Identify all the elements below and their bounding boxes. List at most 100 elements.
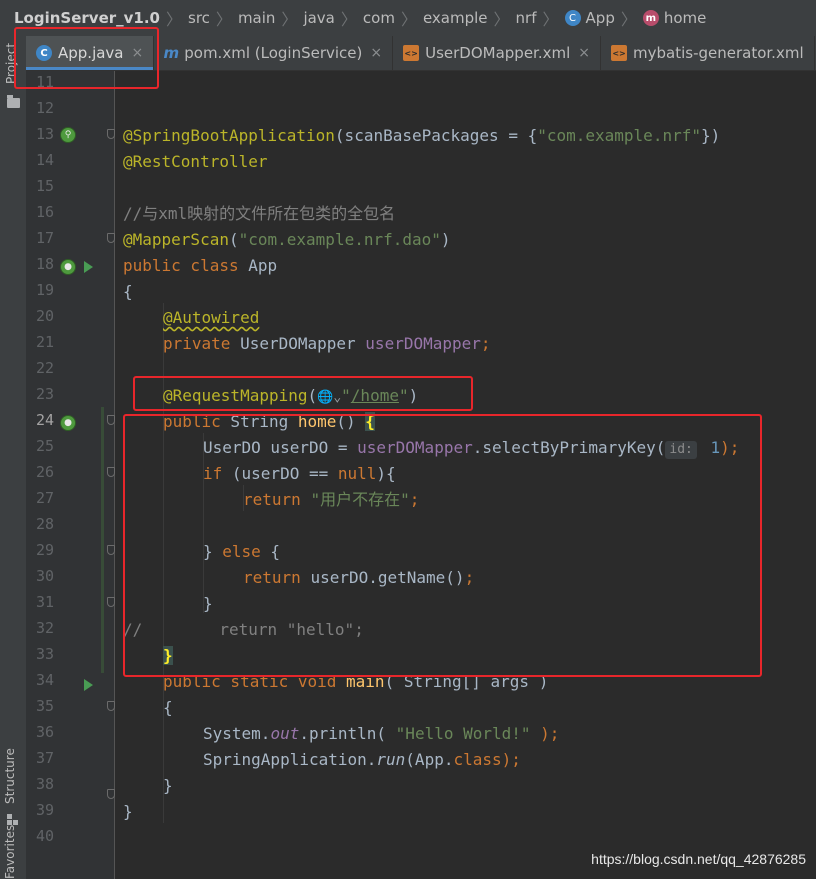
editor-tab-bar: C App.java × m pom.xml (LoginService) × … bbox=[26, 36, 816, 71]
code-line-19: { bbox=[123, 282, 133, 301]
xml-file-icon: <> bbox=[403, 45, 420, 61]
breadcrumb-main[interactable]: main bbox=[234, 9, 279, 27]
chevron-right-icon: 〉 bbox=[620, 10, 637, 29]
chevron-right-icon: 〉 bbox=[340, 10, 357, 29]
tool-window-project[interactable]: Project bbox=[4, 43, 18, 84]
run-icon[interactable] bbox=[84, 261, 93, 273]
editor-gutter: 11 12 13 14 15 16 17 18 19 20 21 22 23 2… bbox=[26, 71, 115, 879]
code-line-21: private UserDOMapper userDOMapper; bbox=[163, 334, 491, 353]
parameter-hint: id: bbox=[665, 441, 697, 459]
line-number: 25 bbox=[35, 437, 54, 455]
maven-icon: m bbox=[163, 44, 180, 62]
line-number: 21 bbox=[35, 333, 54, 351]
chevron-right-icon: 〉 bbox=[166, 10, 183, 29]
matched-brace: } bbox=[163, 646, 173, 665]
breadcrumb-com[interactable]: com bbox=[359, 9, 399, 27]
line-number: 20 bbox=[35, 307, 54, 325]
fold-marker-icon[interactable] bbox=[107, 789, 115, 799]
spring-bean-icon[interactable]: ● bbox=[60, 259, 76, 275]
close-icon[interactable]: × bbox=[578, 45, 590, 61]
line-number: 31 bbox=[35, 593, 54, 611]
vcs-change-marker[interactable] bbox=[101, 407, 104, 673]
code-line-34: public static void main( String[] args ) bbox=[163, 672, 549, 691]
breadcrumb-example[interactable]: example bbox=[419, 9, 492, 27]
line-number: 35 bbox=[35, 697, 54, 715]
line-number: 26 bbox=[35, 463, 54, 481]
code-line-17: @MapperScan("com.example.nrf.dao") bbox=[123, 230, 451, 249]
code-line-29: } else { bbox=[203, 542, 281, 561]
line-number: 18 bbox=[35, 255, 54, 273]
close-icon[interactable]: × bbox=[370, 45, 382, 61]
code-line-32: // return "hello"; bbox=[123, 620, 364, 639]
chevron-right-icon: 〉 bbox=[215, 10, 232, 29]
line-number: 28 bbox=[35, 515, 54, 533]
code-line-39: } bbox=[123, 802, 133, 821]
line-number: 12 bbox=[35, 99, 54, 117]
line-number: 36 bbox=[35, 723, 54, 741]
code-line-36: System.out.println( "Hello World!" ); bbox=[203, 724, 560, 743]
code-line-33: } bbox=[163, 643, 173, 669]
code-editor[interactable]: @SpringBootApplication(scanBasePackages … bbox=[115, 71, 816, 879]
code-line-23: @RequestMapping(🌐⌄"/home") bbox=[163, 383, 418, 409]
spring-boot-scan-icon[interactable]: ⚲ bbox=[60, 127, 76, 143]
line-number: 37 bbox=[35, 749, 54, 767]
tab-pom-xml[interactable]: m pom.xml (LoginService) × bbox=[154, 36, 394, 70]
fold-marker-icon[interactable] bbox=[107, 467, 115, 477]
fold-marker-icon[interactable] bbox=[107, 233, 115, 243]
navigation-breadcrumb: LoginServer_v1.0 〉 src 〉 main 〉 java 〉 c… bbox=[0, 0, 816, 36]
line-number: 23 bbox=[35, 385, 54, 403]
fold-marker-icon[interactable] bbox=[107, 701, 115, 711]
tab-mybatis-generator-xml[interactable]: <> mybatis-generator.xml bbox=[601, 36, 815, 70]
line-number: 33 bbox=[35, 645, 54, 663]
line-number: 17 bbox=[35, 229, 54, 247]
run-icon[interactable] bbox=[84, 679, 93, 691]
line-number: 27 bbox=[35, 489, 54, 507]
request-path-link[interactable]: /home bbox=[351, 386, 399, 405]
line-number: 30 bbox=[35, 567, 54, 585]
code-line-20: @Autowired bbox=[163, 308, 260, 327]
breadcrumb-app[interactable]: C App bbox=[561, 9, 619, 27]
tool-window-favorites[interactable]: Favorites bbox=[3, 825, 17, 879]
tab-app-java[interactable]: C App.java × bbox=[26, 36, 155, 70]
line-number: 40 bbox=[35, 827, 54, 845]
line-number: 14 bbox=[35, 151, 54, 169]
breadcrumb-home[interactable]: m home bbox=[639, 9, 711, 27]
web-endpoint-icon[interactable]: 🌐⌄ bbox=[317, 385, 341, 411]
matched-brace: { bbox=[365, 412, 375, 431]
code-line-30: return userDO.getName(); bbox=[243, 568, 475, 587]
code-line-16: //与xml映射的文件所在包类的全包名 bbox=[123, 204, 396, 223]
code-line-24: public String home() { bbox=[163, 412, 375, 431]
folder-icon bbox=[7, 95, 20, 108]
line-number: 34 bbox=[35, 671, 54, 689]
line-number: 16 bbox=[35, 203, 54, 221]
code-line-18: public class App bbox=[123, 256, 278, 275]
code-line-37: SpringApplication.run(App.class); bbox=[203, 750, 521, 769]
fold-marker-icon[interactable] bbox=[107, 597, 115, 607]
tool-window-structure[interactable]: Structure bbox=[3, 748, 17, 804]
left-tool-strip: Project Structure Favorites bbox=[0, 36, 27, 879]
line-number: 19 bbox=[35, 281, 54, 299]
breadcrumb-java[interactable]: java bbox=[299, 9, 338, 27]
chevron-right-icon: 〉 bbox=[400, 10, 417, 29]
breadcrumb-src[interactable]: src bbox=[184, 9, 214, 27]
line-number-current: 24 bbox=[35, 411, 54, 429]
breadcrumb-project[interactable]: LoginServer_v1.0 bbox=[0, 9, 164, 27]
tab-userdomapper-xml[interactable]: <> UserDOMapper.xml × bbox=[393, 36, 602, 70]
watermark-text: https://blog.csdn.net/qq_42876285 bbox=[591, 851, 806, 867]
xml-file-icon: <> bbox=[611, 45, 628, 61]
code-line-27: return "用户不存在"; bbox=[243, 490, 420, 509]
fold-marker-icon[interactable] bbox=[107, 415, 115, 425]
spring-endpoint-icon[interactable]: ● bbox=[60, 415, 76, 431]
fold-marker-icon[interactable] bbox=[107, 545, 115, 555]
line-number: 38 bbox=[35, 775, 54, 793]
code-line-26: if (userDO == null){ bbox=[203, 464, 396, 483]
code-line-31: } bbox=[203, 594, 213, 613]
method-icon: m bbox=[642, 10, 659, 26]
code-line-14: @RestController bbox=[123, 152, 268, 171]
breadcrumb-nrf[interactable]: nrf bbox=[512, 9, 541, 27]
line-number: 29 bbox=[35, 541, 54, 559]
close-icon[interactable]: × bbox=[132, 45, 144, 61]
fold-marker-icon[interactable] bbox=[107, 129, 115, 139]
code-line-13: @SpringBootApplication(scanBasePackages … bbox=[123, 126, 721, 145]
chevron-right-icon: 〉 bbox=[493, 10, 510, 29]
